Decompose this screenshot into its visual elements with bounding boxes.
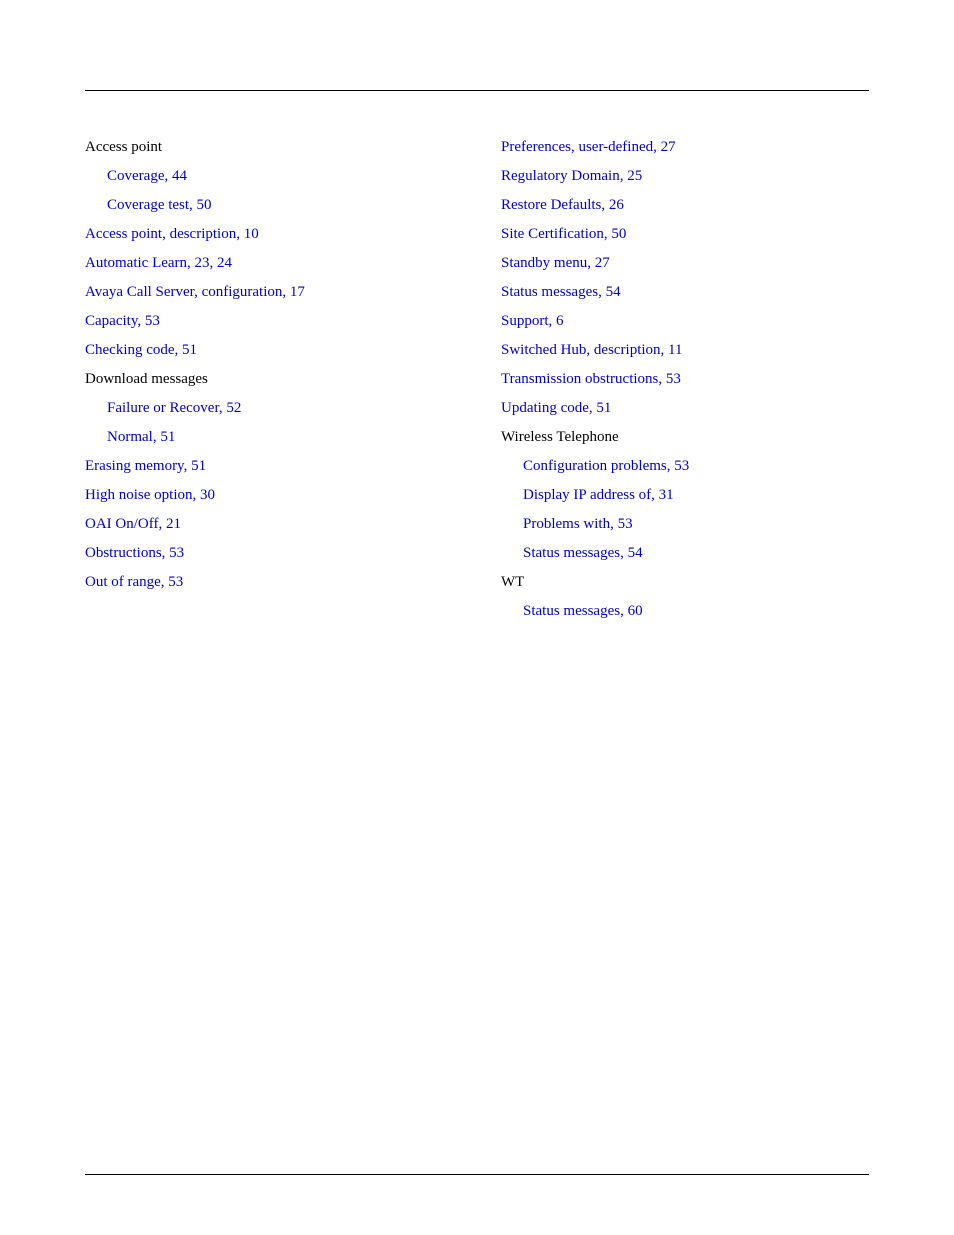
- index-link-entry[interactable]: Checking code, 51: [85, 340, 453, 361]
- index-link-entry[interactable]: OAI On/Off, 21: [85, 514, 453, 535]
- index-link-entry[interactable]: Display IP address of, 31: [501, 485, 869, 506]
- index-link-entry[interactable]: Erasing memory, 51: [85, 456, 453, 477]
- index-link-entry[interactable]: Normal, 51: [85, 427, 453, 448]
- index-link-entry[interactable]: Support, 6: [501, 311, 869, 332]
- index-link-entry[interactable]: Regulatory Domain, 25: [501, 166, 869, 187]
- index-heading-entry: Access point: [85, 137, 453, 158]
- index-link-entry[interactable]: Preferences, user-defined, 27: [501, 137, 869, 158]
- index-link-entry[interactable]: Configuration problems, 53: [501, 456, 869, 477]
- index-link-entry[interactable]: Updating code, 51: [501, 398, 869, 419]
- index-heading-entry: Wireless Telephone: [501, 427, 869, 448]
- index-link-entry[interactable]: Coverage, 44: [85, 166, 453, 187]
- bottom-horizontal-rule: [85, 1174, 869, 1175]
- top-horizontal-rule: [85, 90, 869, 91]
- index-link-entry[interactable]: Out of range, 53: [85, 572, 453, 593]
- index-columns: Access point Coverage, 44 Coverage test, 5…: [85, 137, 869, 630]
- index-link-entry[interactable]: High noise option, 30: [85, 485, 453, 506]
- index-link-entry[interactable]: Automatic Learn, 23, 24: [85, 253, 453, 274]
- index-link-entry[interactable]: Status messages, 60: [501, 601, 869, 622]
- index-link-entry[interactable]: Capacity, 53: [85, 311, 453, 332]
- index-link-entry[interactable]: Restore Defaults, 26: [501, 195, 869, 216]
- index-heading-entry: WT: [501, 572, 869, 593]
- index-link-entry[interactable]: Failure or Recover, 52: [85, 398, 453, 419]
- index-link-entry[interactable]: Coverage test, 50: [85, 195, 453, 216]
- index-link-entry[interactable]: Site Certification, 50: [501, 224, 869, 245]
- index-link-entry[interactable]: Avaya Call Server, configuration, 17: [85, 282, 453, 303]
- index-link-entry[interactable]: Status messages, 54: [501, 543, 869, 564]
- index-link-entry[interactable]: Standby menu, 27: [501, 253, 869, 274]
- index-link-entry[interactable]: Transmission obstructions, 53: [501, 369, 869, 390]
- index-link-entry[interactable]: Status messages, 54: [501, 282, 869, 303]
- index-heading-entry: Download messages: [85, 369, 453, 390]
- left-column: Access point Coverage, 44 Coverage test, 5…: [85, 137, 453, 630]
- right-column: Preferences, user-defined, 27 Regulatory …: [501, 137, 869, 630]
- index-link-entry[interactable]: Switched Hub, description, 11: [501, 340, 869, 361]
- page-container: Access point Coverage, 44 Coverage test, 5…: [0, 0, 954, 690]
- index-link-entry[interactable]: Problems with, 53: [501, 514, 869, 535]
- index-link-entry[interactable]: Access point, description, 10: [85, 224, 453, 245]
- index-link-entry[interactable]: Obstructions, 53: [85, 543, 453, 564]
